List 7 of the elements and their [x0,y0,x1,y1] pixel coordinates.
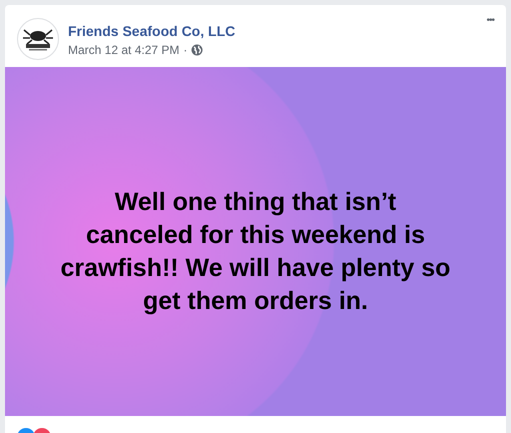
post-time-link[interactable]: March 12 at 4:27 PM [68,43,180,57]
more-options-button[interactable]: ••• [484,13,496,28]
page-name-link[interactable]: Friends Seafood Co, LLC [68,23,236,39]
separator: · [183,43,188,57]
post-text: Well one thing that isn’t canceled for this weekend is crawfish!! We will have plenty so get them orders in. [60,186,450,316]
globe-icon[interactable] [191,44,204,56]
crab-logo-icon[interactable] [17,18,59,60]
